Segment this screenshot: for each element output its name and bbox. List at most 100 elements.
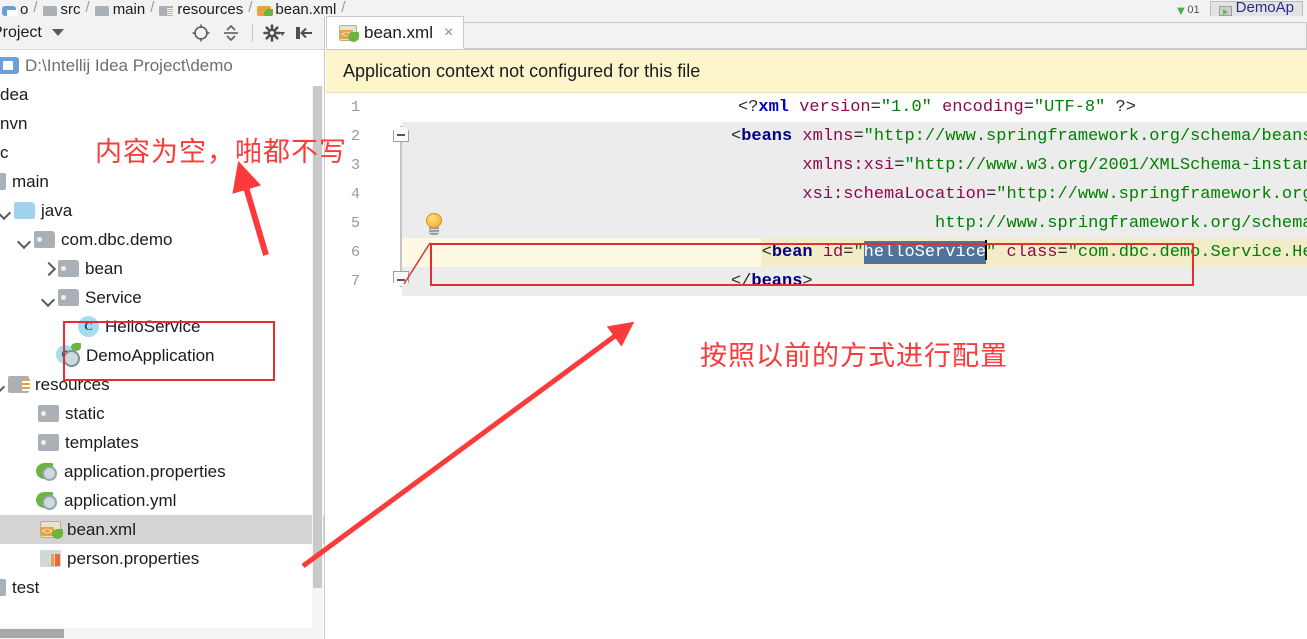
breadcrumb-label: resources xyxy=(177,1,244,16)
code-line-2: <beans xmlns="http://www.springframework… xyxy=(731,127,1307,146)
tree-item-person-properties[interactable]: person.properties xyxy=(0,544,324,573)
tree-item-bean-package[interactable]: bean xyxy=(0,254,324,283)
run-config-label: DemoAp xyxy=(1235,0,1294,16)
close-icon[interactable]: × xyxy=(444,24,453,42)
project-title-label: Project xyxy=(0,23,42,41)
tree-item-application-yml[interactable]: application.yml xyxy=(0,486,324,515)
java-class-icon: C xyxy=(78,316,99,337)
tree-item-idea[interactable]: dea xyxy=(0,80,324,109)
scrollbar-thumb[interactable] xyxy=(313,86,322,588)
tree-item-helloservice-class[interactable]: C HelloService xyxy=(0,312,324,341)
tree-item-application-properties[interactable]: application.properties xyxy=(0,457,324,486)
project-icon xyxy=(2,6,17,16)
fold-region-line xyxy=(400,133,402,283)
expand-arrow-icon[interactable] xyxy=(0,377,6,393)
tree-item-demoapplication-class[interactable]: DemoApplication xyxy=(0,341,324,370)
vcs-update-indicator[interactable]: ▼ 01 xyxy=(1175,4,1200,16)
breadcrumb-item-beanxml[interactable]: bean.xml xyxy=(255,0,338,16)
notification-banner[interactable]: Application context not configured for t… xyxy=(326,50,1307,93)
folder-blue-icon xyxy=(14,202,35,219)
tree-item-label: c xyxy=(0,142,9,162)
resources-folder-icon xyxy=(159,6,174,16)
collapse-all-icon[interactable] xyxy=(219,21,243,45)
folder-icon xyxy=(42,6,57,16)
xml-spring-file-icon: <> xyxy=(339,24,359,42)
line-number: 4 xyxy=(350,186,360,203)
line-number: 1 xyxy=(350,99,360,116)
tree-item-label: templates xyxy=(65,432,139,452)
breadcrumb-item-project[interactable]: o xyxy=(0,0,30,16)
tree-item-label: dea xyxy=(0,84,29,104)
vcs-count: 01 xyxy=(1187,4,1200,16)
spring-file-icon xyxy=(36,491,58,510)
project-tool-window: Project xyxy=(0,16,325,639)
breadcrumb-separator: / xyxy=(33,0,38,16)
resources-folder-icon xyxy=(8,376,30,393)
chevron-down-icon[interactable] xyxy=(51,29,64,36)
project-tree[interactable]: D:\Intellij Idea Project\demo dea nvn c … xyxy=(0,51,324,639)
tree-item-label: person.properties xyxy=(67,548,200,568)
selected-text: helloService xyxy=(863,241,987,264)
tree-item-mvn[interactable]: nvn xyxy=(0,109,324,138)
toolbar-divider xyxy=(252,23,253,42)
code-line-4: xsi:schemaLocation="http://www.springfra… xyxy=(802,185,1307,204)
tree-item-label: application.yml xyxy=(64,490,177,510)
scrollbar-thumb[interactable] xyxy=(0,629,64,638)
code-line-5: http://www.springframework.org/schema/be… xyxy=(935,214,1307,233)
breadcrumb-item-resources[interactable]: resources xyxy=(157,0,245,16)
breadcrumb-separator: / xyxy=(248,0,253,16)
folder-icon xyxy=(94,6,109,16)
tag-block-highlight-line7 xyxy=(402,267,572,296)
code-editor[interactable]: 1 2 3 4 5 6 7 <?xml version="1.0" encodi… xyxy=(326,93,1307,639)
folder-package-icon xyxy=(38,405,59,422)
breadcrumb[interactable]: o / src / main / resources / bean.xml / … xyxy=(0,0,1307,16)
code-line-6: <bean id="helloService" class="com.dbc.d… xyxy=(731,238,1307,267)
tree-item-resources[interactable]: resources xyxy=(0,370,324,399)
editor-area: <> bean.xml × Application context not co… xyxy=(326,16,1307,639)
tree-item-java[interactable]: java xyxy=(0,196,324,225)
tree-item-project-root[interactable]: D:\Intellij Idea Project\demo xyxy=(0,51,324,80)
tree-item-label: resources xyxy=(35,374,110,394)
project-title-dropdown[interactable]: Project xyxy=(0,24,64,42)
tree-item-main[interactable]: main xyxy=(0,167,324,196)
expand-arrow-icon[interactable] xyxy=(16,232,32,248)
locate-file-icon[interactable] xyxy=(189,21,213,45)
breadcrumb-separator: / xyxy=(150,0,155,16)
gear-icon[interactable] xyxy=(262,21,286,45)
tree-item-label: Service xyxy=(85,287,142,307)
project-panel-header: Project xyxy=(0,16,324,50)
tree-item-label: application.properties xyxy=(64,461,226,481)
expand-arrow-icon[interactable] xyxy=(0,203,12,219)
xml-spring-file-icon xyxy=(257,6,274,16)
collapse-arrow-icon[interactable] xyxy=(40,261,56,277)
spring-boot-class-icon xyxy=(56,343,81,367)
tree-item-static[interactable]: static xyxy=(0,399,324,428)
folder-package-icon xyxy=(34,231,55,248)
breadcrumb-item-src[interactable]: src xyxy=(41,0,83,16)
breadcrumb-item-main[interactable]: main xyxy=(93,0,148,16)
run-configuration-selector[interactable]: DemoAp xyxy=(1209,0,1303,16)
editor-tabs: <> bean.xml × xyxy=(326,16,1307,50)
intention-bulb-icon[interactable] xyxy=(424,213,444,237)
line-number: 6 xyxy=(350,244,360,261)
tree-item-service-package[interactable]: Service xyxy=(0,283,324,312)
tab-bean-xml[interactable]: <> bean.xml × xyxy=(326,16,465,49)
hide-panel-icon[interactable] xyxy=(292,21,316,45)
tree-item-bean-xml[interactable]: <> bean.xml xyxy=(0,515,324,544)
folder-grey-icon xyxy=(0,173,6,190)
tree-item-com-dbc-demo[interactable]: com.dbc.demo xyxy=(0,225,324,254)
bulb-glass xyxy=(426,213,442,228)
code-line-3: xmlns:xsi="http://www.w3.org/2001/XMLSch… xyxy=(802,156,1307,175)
expand-arrow-icon[interactable] xyxy=(40,290,56,306)
tree-vertical-scrollbar[interactable] xyxy=(312,86,323,639)
tree-item-templates[interactable]: templates xyxy=(0,428,324,457)
tree-item-src[interactable]: c xyxy=(0,138,324,167)
tree-horizontal-scrollbar[interactable] xyxy=(0,628,315,639)
code-line-1: <?xml version="1.0" encoding="UTF-8" ?> xyxy=(738,98,1136,117)
download-arrow-icon: ▼ xyxy=(1174,3,1188,16)
tree-item-label: nvn xyxy=(0,113,28,133)
notification-text: Application context not configured for t… xyxy=(343,60,701,81)
code-folding-track[interactable] xyxy=(393,93,409,639)
tree-item-test[interactable]: test xyxy=(0,573,324,602)
editor-gutter[interactable]: 1 2 3 4 5 6 7 xyxy=(326,93,402,639)
